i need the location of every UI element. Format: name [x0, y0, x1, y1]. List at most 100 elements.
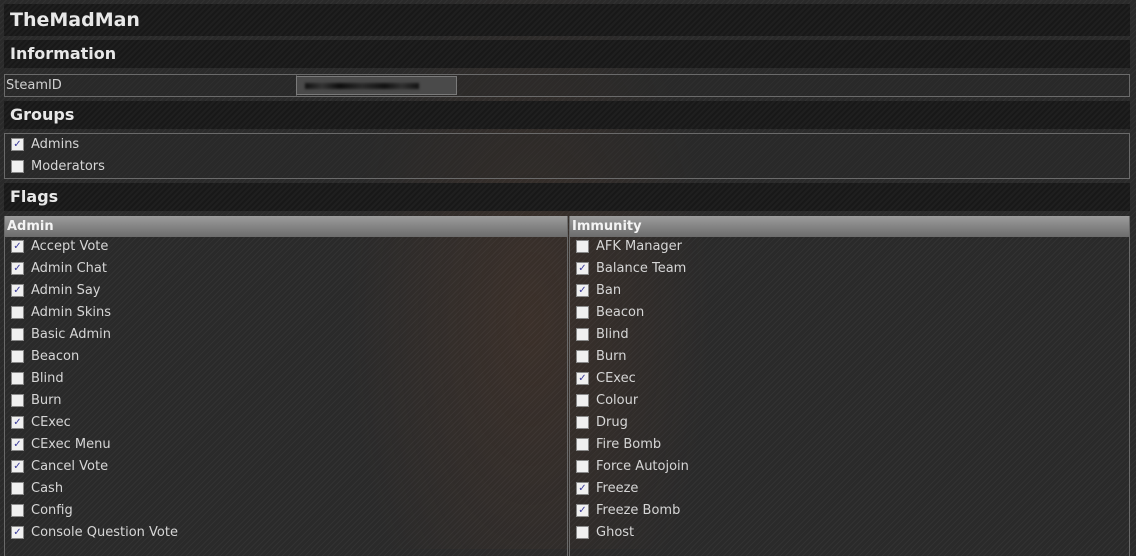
admin-flag-checkbox[interactable]: [11, 416, 24, 429]
immunity-flag-label: Ban: [596, 283, 622, 298]
admin-flag-checkbox[interactable]: [11, 306, 24, 319]
groups-panel: Admins Moderators: [4, 133, 1130, 179]
admin-flag-checkbox[interactable]: [11, 460, 24, 473]
admin-flag-checkbox[interactable]: [11, 372, 24, 385]
admin-flag-label: Cancel Vote: [31, 459, 109, 474]
immunity-flag-checkbox[interactable]: [576, 372, 589, 385]
admin-flag-checkbox[interactable]: [11, 438, 24, 451]
admin-flag-label: Config: [31, 503, 73, 518]
admin-flag-item[interactable]: Cancel Vote: [5, 457, 567, 479]
immunity-flag-label: Drug: [596, 415, 628, 430]
immunity-flag-label: Balance Team: [596, 261, 687, 276]
page-title: TheMadMan: [4, 4, 1130, 36]
immunity-flag-item[interactable]: Ghost: [570, 523, 1129, 545]
admin-flag-label: CExec: [31, 415, 71, 430]
immunity-flag-label: Blind: [596, 327, 629, 342]
immunity-flags-list: AFK Manager Balance Team Ban Beacon Blind Bur…: [570, 237, 1129, 545]
admin-flag-item[interactable]: Basic Admin: [5, 325, 567, 347]
admin-flag-item[interactable]: Beacon: [5, 347, 567, 369]
immunity-flag-checkbox[interactable]: [576, 482, 589, 495]
group-label: Admins: [31, 137, 80, 152]
immunity-flag-checkbox[interactable]: [576, 284, 589, 297]
admin-flag-checkbox[interactable]: [11, 284, 24, 297]
admin-flag-checkbox[interactable]: [11, 526, 24, 539]
immunity-flag-checkbox[interactable]: [576, 526, 589, 539]
immunity-flag-checkbox[interactable]: [576, 438, 589, 451]
immunity-flag-checkbox[interactable]: [576, 394, 589, 407]
admin-flag-item[interactable]: Admin Chat: [5, 259, 567, 281]
steamid-label: SteamID: [6, 78, 62, 93]
immunity-flag-item[interactable]: Fire Bomb: [570, 435, 1129, 457]
admin-flags-column: Admin Accept Vote Admin Chat Admin Say Admi…: [4, 216, 568, 556]
immunity-flag-item[interactable]: Freeze: [570, 479, 1129, 501]
immunity-flag-checkbox[interactable]: [576, 350, 589, 363]
group-checkbox[interactable]: [11, 138, 24, 151]
immunity-flag-item[interactable]: Blind: [570, 325, 1129, 347]
immunity-flag-label: Fire Bomb: [596, 437, 662, 452]
steamid-field[interactable]: [296, 76, 457, 95]
admin-flags-list: Accept Vote Admin Chat Admin Say Admin Skin…: [5, 237, 567, 545]
admin-flag-checkbox[interactable]: [11, 482, 24, 495]
group-checkbox[interactable]: [11, 160, 24, 173]
immunity-column-header: Immunity: [570, 216, 1129, 237]
immunity-flag-item[interactable]: Balance Team: [570, 259, 1129, 281]
admin-flag-item[interactable]: CExec: [5, 413, 567, 435]
admin-flag-label: Console Question Vote: [31, 525, 178, 540]
immunity-flag-item[interactable]: AFK Manager: [570, 237, 1129, 259]
immunity-flag-label: CExec: [596, 371, 636, 386]
immunity-flag-item[interactable]: Colour: [570, 391, 1129, 413]
immunity-flag-label: Colour: [596, 393, 639, 408]
admin-flag-label: Admin Chat: [31, 261, 107, 276]
admin-flag-checkbox[interactable]: [11, 394, 24, 407]
admin-flag-label: Admin Say: [31, 283, 101, 298]
admin-flag-checkbox[interactable]: [11, 328, 24, 341]
immunity-flag-item[interactable]: Beacon: [570, 303, 1129, 325]
flags-heading: Flags: [4, 183, 1130, 211]
immunity-flag-checkbox[interactable]: [576, 240, 589, 253]
admin-flag-item[interactable]: CExec Menu: [5, 435, 567, 457]
groups-heading: Groups: [4, 101, 1130, 129]
immunity-flag-item[interactable]: Ban: [570, 281, 1129, 303]
immunity-flag-label: Burn: [596, 349, 627, 364]
group-label: Moderators: [31, 159, 105, 174]
admin-flag-label: Burn: [31, 393, 62, 408]
immunity-flag-label: Ghost: [596, 525, 635, 540]
immunity-flag-item[interactable]: Drug: [570, 413, 1129, 435]
admin-flag-checkbox[interactable]: [11, 240, 24, 253]
admin-flag-checkbox[interactable]: [11, 504, 24, 517]
immunity-flag-label: Force Autojoin: [596, 459, 688, 474]
admin-flag-checkbox[interactable]: [11, 350, 24, 363]
admin-flag-item[interactable]: Config: [5, 501, 567, 523]
immunity-flag-checkbox[interactable]: [576, 504, 589, 517]
admin-flag-item[interactable]: Console Question Vote: [5, 523, 567, 545]
immunity-flag-checkbox[interactable]: [576, 416, 589, 429]
admin-flag-label: Admin Skins: [31, 305, 111, 320]
admin-flag-checkbox[interactable]: [11, 262, 24, 275]
steamid-redacted-value: [305, 83, 419, 89]
admin-flag-label: Accept Vote: [31, 239, 109, 254]
admin-flag-item[interactable]: Accept Vote: [5, 237, 567, 259]
admin-flag-item[interactable]: Cash: [5, 479, 567, 501]
immunity-flag-checkbox[interactable]: [576, 306, 589, 319]
immunity-flag-checkbox[interactable]: [576, 262, 589, 275]
immunity-flag-label: AFK Manager: [596, 239, 683, 254]
information-heading: Information: [4, 40, 1130, 68]
immunity-flag-item[interactable]: Burn: [570, 347, 1129, 369]
immunity-flag-item[interactable]: CExec: [570, 369, 1129, 391]
immunity-flag-checkbox[interactable]: [576, 460, 589, 473]
admin-flag-label: Beacon: [31, 349, 80, 364]
admin-flag-item[interactable]: Burn: [5, 391, 567, 413]
admin-flag-label: Blind: [31, 371, 64, 386]
admin-flag-item[interactable]: Admin Skins: [5, 303, 567, 325]
immunity-flags-column: Immunity AFK Manager Balance Team Ban Beaco…: [569, 216, 1130, 556]
admin-flag-label: Basic Admin: [31, 327, 111, 342]
admin-flag-item[interactable]: Admin Say: [5, 281, 567, 303]
steamid-row: SteamID: [4, 74, 1130, 97]
admin-flag-item[interactable]: Blind: [5, 369, 567, 391]
admin-flag-label: Cash: [31, 481, 64, 496]
immunity-flag-checkbox[interactable]: [576, 328, 589, 341]
admin-flag-label: CExec Menu: [31, 437, 111, 452]
immunity-flag-label: Freeze: [596, 481, 639, 496]
immunity-flag-item[interactable]: Freeze Bomb: [570, 501, 1129, 523]
immunity-flag-item[interactable]: Force Autojoin: [570, 457, 1129, 479]
